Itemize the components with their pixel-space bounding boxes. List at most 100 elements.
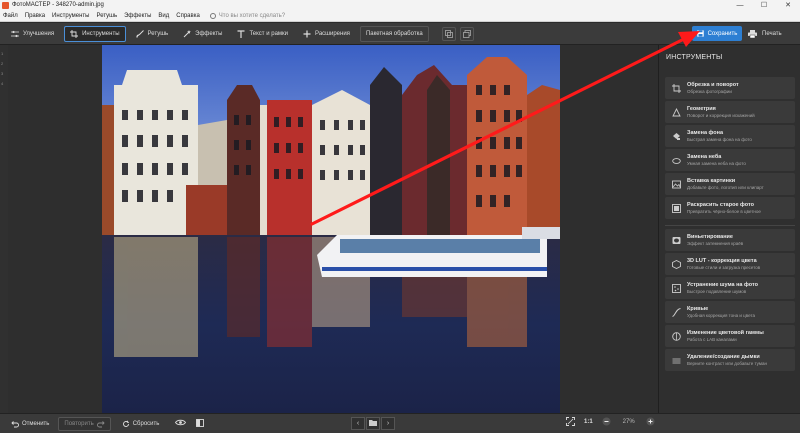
tab-effects[interactable]: Эффекты xyxy=(178,26,227,42)
title-bar: ФотоМАСТЕР - 348270-admin.jpg — ☐ ✕ xyxy=(0,0,800,10)
tool-title: Замена фона xyxy=(687,130,724,136)
search-box[interactable]: Что вы хотите сделать? xyxy=(209,12,285,19)
save-button[interactable]: Сохранить xyxy=(692,26,742,41)
actual-size-button[interactable]: 1:1 xyxy=(584,419,593,425)
lut-icon xyxy=(671,259,681,269)
tool-subtitle: Умная замена неба на фото xyxy=(687,161,746,166)
reset-label: Сбросить xyxy=(132,420,160,427)
maximize-button[interactable]: ☐ xyxy=(752,1,776,9)
tool-insert-image[interactable]: Вставка картинки Добавьте фото, логотип и… xyxy=(665,173,795,195)
image-navigation: ‹ › xyxy=(351,417,396,430)
tool-title: Удаление/создание дымки xyxy=(687,354,760,360)
preview-button[interactable] xyxy=(170,417,191,431)
tool-title: Устранение шума на фото xyxy=(687,282,758,288)
undo-icon xyxy=(11,420,19,428)
ruler-mark: 4 xyxy=(1,81,4,86)
tools-panel: ИНСТРУМЕНТЫ Обрезка и поворот Обрезка фот… xyxy=(658,45,800,433)
prev-image-button[interactable]: ‹ xyxy=(351,417,365,430)
tool-curves[interactable]: Кривые Удобная коррекция тона и цвета xyxy=(665,301,795,323)
tool-subtitle: Обрезка фотографии xyxy=(687,89,732,94)
menu-tools[interactable]: Инструменты xyxy=(52,13,89,19)
zoom-controls: 1:1 27% xyxy=(560,416,661,428)
tool-title: Изменение цветовой гаммы xyxy=(687,330,764,336)
tool-subtitle: Добавьте фото, логотип или клипарт xyxy=(687,185,764,190)
tool-crop-rotate[interactable]: Обрезка и поворот Обрезка фотографии xyxy=(665,77,795,99)
menu-view[interactable]: Вид xyxy=(158,13,169,19)
tool-sky-replace[interactable]: Замена неба Умная замена неба на фото xyxy=(665,149,795,171)
photo-canvas[interactable] xyxy=(102,45,560,413)
next-image-button[interactable]: › xyxy=(381,417,395,430)
zoom-in-button[interactable] xyxy=(646,417,656,427)
tool-3d-lut[interactable]: 3D LUT - коррекция цвета Готовые стили и … xyxy=(665,253,795,275)
tool-title: Замена неба xyxy=(687,154,722,160)
undo-button[interactable]: Отменить xyxy=(6,417,54,431)
folder-icon xyxy=(369,419,377,428)
tool-title: Вставка картинки xyxy=(687,178,736,184)
menu-file[interactable]: Файл xyxy=(3,13,18,19)
tool-haze[interactable]: Удаление/создание дымки Верните контраст … xyxy=(665,349,795,371)
eye-icon xyxy=(175,419,187,428)
color-gamut-icon xyxy=(671,331,681,341)
tab-extensions[interactable]: Расширения xyxy=(298,26,355,42)
redo-button[interactable]: Повторить xyxy=(58,416,111,431)
split-view-icon xyxy=(196,418,205,429)
zoom-out-icon xyxy=(602,417,611,428)
tab-tools[interactable]: Инструменты xyxy=(64,25,126,42)
tool-colorize[interactable]: Раскрасить старое фото Превратить чёрно-б… xyxy=(665,197,795,219)
tab-label: Пакетная обработка xyxy=(365,30,423,37)
bottom-bar: Отменить Повторить Сбросить ‹ › 1:1 27% xyxy=(0,413,800,433)
save-label: Сохранить xyxy=(707,30,738,37)
menu-help[interactable]: Справка xyxy=(176,13,200,19)
minimize-button[interactable]: — xyxy=(728,2,752,9)
close-button[interactable]: ✕ xyxy=(776,1,800,9)
tool-subtitle: Эффект затемнения краёв xyxy=(687,241,744,246)
menu-effects[interactable]: Эффекты xyxy=(124,13,151,19)
tool-subtitle: Быстрое подавление шумов xyxy=(687,289,747,294)
tool-subtitle: Поворот и коррекция искажений xyxy=(687,113,755,118)
reset-button[interactable]: Сбросить xyxy=(117,417,165,431)
tool-subtitle: Готовые стили и загрузка пресетов xyxy=(687,265,761,270)
split-view-button[interactable] xyxy=(191,417,209,431)
tool-vignette[interactable]: Виньетирование Эффект затемнения краёв xyxy=(665,229,795,251)
ruler-mark: 2 xyxy=(1,61,4,66)
tab-text-frames[interactable]: Текст и рамки xyxy=(232,26,293,42)
ruler-mark: 3 xyxy=(1,71,4,76)
geometry-icon xyxy=(671,107,681,117)
tab-label: Инструменты xyxy=(82,30,120,37)
tool-subtitle: Быстрая замена фона на фото xyxy=(687,137,752,142)
gallery-button[interactable] xyxy=(366,417,380,430)
search-icon xyxy=(209,12,216,19)
ruler-mark: 1 xyxy=(1,51,4,56)
printer-icon xyxy=(748,29,757,38)
app-logo-icon xyxy=(2,1,9,9)
fit-screen-icon xyxy=(565,416,575,428)
sliders-icon xyxy=(11,30,19,38)
fit-screen-button[interactable] xyxy=(565,416,575,428)
tab-batch-processing[interactable]: Пакетная обработка xyxy=(359,25,429,42)
tool-geometry[interactable]: Геометрия Поворот и коррекция искажений xyxy=(665,101,795,123)
tool-subtitle: Верните контраст или добавьте туман xyxy=(687,361,767,366)
canvas-area[interactable] xyxy=(8,45,658,413)
panel-divider xyxy=(665,225,795,226)
print-button[interactable]: Печать xyxy=(748,26,782,41)
tool-denoise[interactable]: Устранение шума на фото Быстрое подавлени… xyxy=(665,277,795,299)
menu-retouch[interactable]: Ретушь xyxy=(96,13,117,19)
tool-color-gamut[interactable]: Изменение цветовой гаммы Работа с LAB кан… xyxy=(665,325,795,347)
curves-icon xyxy=(671,307,681,317)
redo-label: Повторить xyxy=(64,420,94,427)
undo-label: Отменить xyxy=(22,420,50,427)
sky-replace-icon xyxy=(671,155,681,165)
tab-enhancements[interactable]: Улучшения xyxy=(6,26,59,42)
zoom-out-button[interactable] xyxy=(602,417,612,427)
background-replace-icon xyxy=(671,131,681,141)
history-button[interactable] xyxy=(459,25,474,43)
tool-background-replace[interactable]: Замена фона Быстрая замена фона на фото xyxy=(665,125,795,147)
tab-retouch[interactable]: Ретушь xyxy=(131,26,174,42)
compare-button[interactable] xyxy=(441,26,456,41)
menu-edit[interactable]: Правка xyxy=(25,13,45,19)
magic-wand-icon xyxy=(183,29,191,38)
tab-label: Улучшения xyxy=(23,30,55,37)
zoom-in-icon xyxy=(646,417,655,428)
menu-bar: Файл Правка Инструменты Ретушь Эффекты В… xyxy=(0,10,800,22)
layers-icon xyxy=(462,25,471,43)
